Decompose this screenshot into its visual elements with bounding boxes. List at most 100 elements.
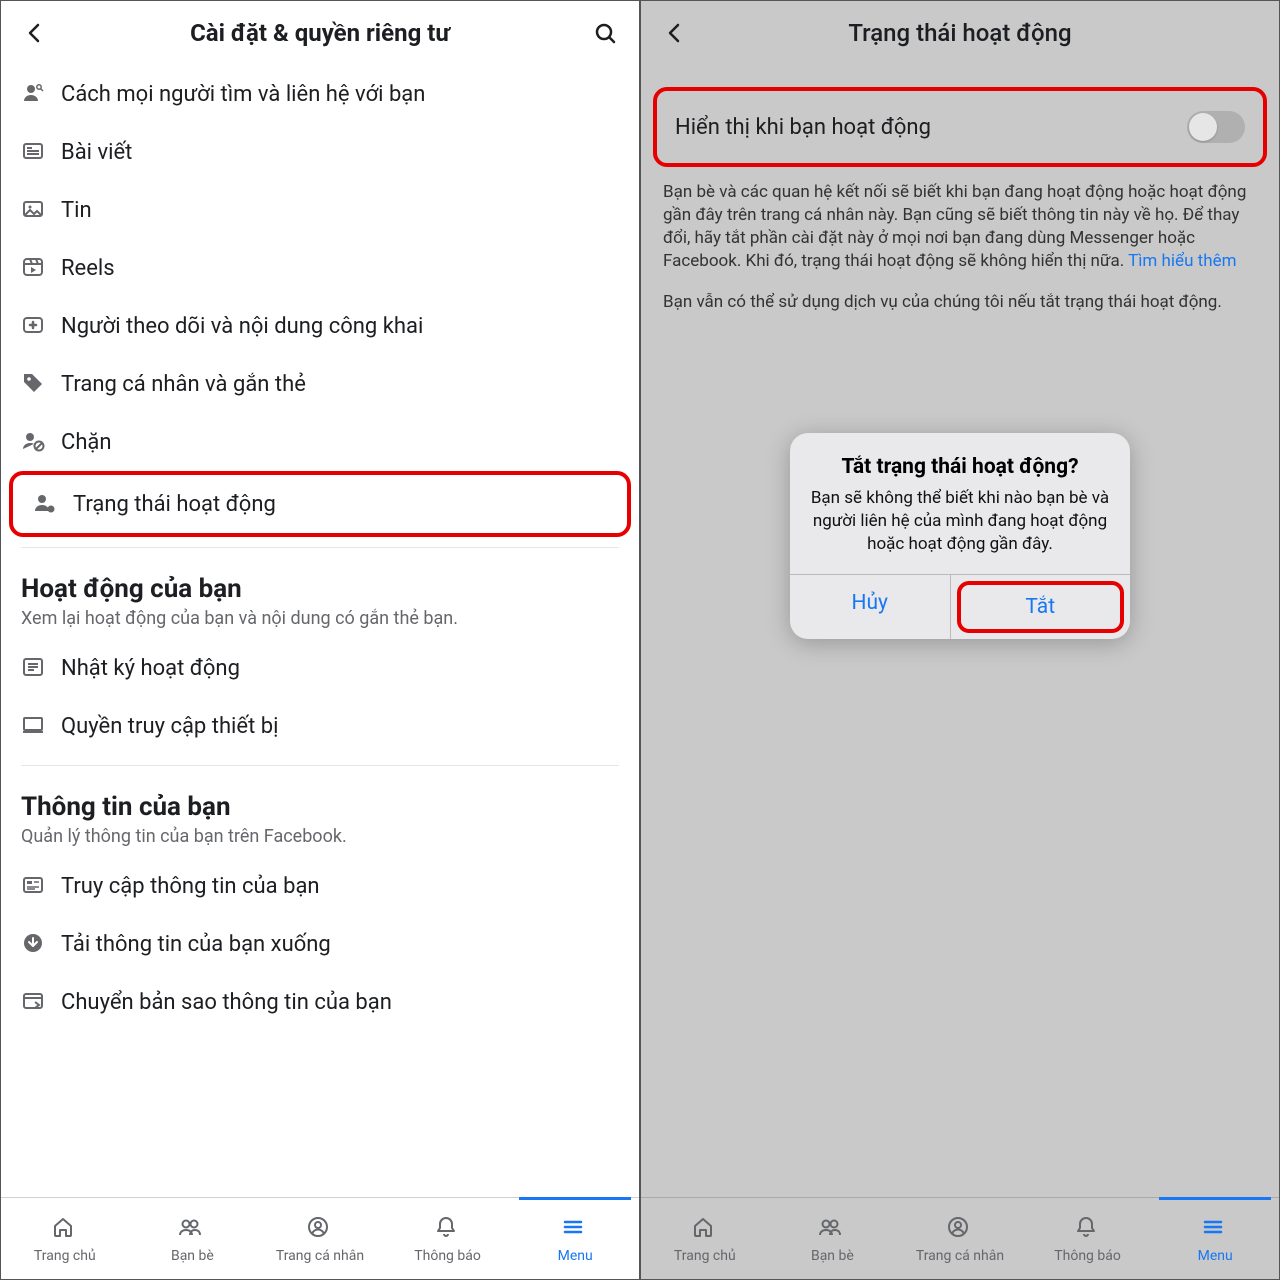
bell-icon <box>434 1214 462 1244</box>
nav-profile[interactable]: Trang cá nhân <box>256 1198 384 1279</box>
row-label: Nhật ký hoạt động <box>61 656 619 681</box>
nav-label: Bạn bè <box>171 1248 214 1264</box>
profile-icon <box>306 1214 334 1244</box>
nav-profile[interactable]: Trang cá nhân <box>896 1198 1024 1279</box>
header: Trạng thái hoạt động <box>641 1 1279 65</box>
menu-icon <box>561 1214 589 1244</box>
divider <box>21 547 619 548</box>
nav-notifications[interactable]: Thông báo <box>384 1198 512 1279</box>
block-icon <box>21 429 61 455</box>
reels-icon <box>21 255 61 281</box>
nav-home[interactable]: Trang chủ <box>1 1198 129 1279</box>
photo-icon <box>21 197 61 223</box>
section-sub-yourinfo: Quản lý thông tin của bạn trên Facebook. <box>1 826 639 857</box>
row-label: Chuyển bản sao thông tin của bạn <box>61 990 619 1015</box>
active-status-pane: Trạng thái hoạt động Hiển thị khi bạn ho… <box>640 0 1280 1280</box>
followers-icon <box>21 313 61 339</box>
info-icon <box>21 873 61 899</box>
row-find-contact[interactable]: Cách mọi người tìm và liên hệ với bạn <box>1 65 639 123</box>
home-icon <box>691 1214 719 1244</box>
bottom-nav: Trang chủ Bạn bè Trang cá nhân Thông báo… <box>1 1197 639 1279</box>
row-label: Tin <box>61 198 619 223</box>
people-find-icon <box>21 81 61 107</box>
row-reels[interactable]: Reels <box>1 239 639 297</box>
nav-label: Thông báo <box>414 1248 481 1264</box>
toggle-label: Hiển thị khi bạn hoạt động <box>675 115 931 140</box>
row-label: Chặn <box>61 430 619 455</box>
row-device-access[interactable]: Quyền truy cập thiết bị <box>1 697 639 755</box>
section-title-activity: Hoạt động của bạn <box>1 558 639 608</box>
status-icon <box>33 491 73 517</box>
profile-icon <box>946 1214 974 1244</box>
post-icon <box>21 139 61 165</box>
dialog-title: Tắt trạng thái hoạt động? <box>810 455 1110 479</box>
nav-label: Trang chủ <box>34 1248 96 1264</box>
row-label: Quyền truy cập thiết bị <box>61 714 619 739</box>
tag-icon <box>21 371 61 397</box>
search-icon <box>593 21 617 45</box>
row-profile-tag[interactable]: Trang cá nhân và gắn thẻ <box>1 355 639 413</box>
settings-pane: Cài đặt & quyền riêng tư Cách mọi người … <box>0 0 640 1280</box>
divider <box>21 765 619 766</box>
nav-label: Trang chủ <box>674 1248 736 1264</box>
description-text-2: Bạn vẫn có thể sử dụng dịch vụ của chúng… <box>641 273 1279 314</box>
row-followers[interactable]: Người theo dõi và nội dung công khai <box>1 297 639 355</box>
download-icon <box>21 931 61 957</box>
confirm-dialog: Tắt trạng thái hoạt động? Bạn sẽ không t… <box>790 433 1130 639</box>
learn-more-link[interactable]: Tìm hiểu thêm <box>1128 251 1236 271</box>
row-active-status[interactable]: Trạng thái hoạt động <box>9 471 631 537</box>
row-transfer-info[interactable]: Chuyển bản sao thông tin của bạn <box>1 973 639 1031</box>
row-label: Truy cập thông tin của bạn <box>61 874 619 899</box>
page-title: Cài đặt & quyền riêng tư <box>190 19 450 47</box>
log-icon <box>21 655 61 681</box>
nav-home[interactable]: Trang chủ <box>641 1198 769 1279</box>
row-stories[interactable]: Tin <box>1 181 639 239</box>
section-title-yourinfo: Thông tin của bạn <box>1 776 639 826</box>
friends-icon <box>178 1214 206 1244</box>
transfer-icon <box>21 989 61 1015</box>
row-label: Bài viết <box>61 140 619 165</box>
content: Cách mọi người tìm và liên hệ với bạn Bà… <box>1 65 639 1197</box>
nav-label: Trang cá nhân <box>916 1248 1004 1264</box>
cancel-button[interactable]: Hủy <box>790 575 951 639</box>
chevron-left-icon <box>663 21 687 45</box>
page-title: Trạng thái hoạt động <box>848 19 1071 47</box>
row-posts[interactable]: Bài viết <box>1 123 639 181</box>
row-label: Trạng thái hoạt động <box>73 492 607 517</box>
nav-notifications[interactable]: Thông báo <box>1024 1198 1152 1279</box>
row-label: Cách mọi người tìm và liên hệ với bạn <box>61 82 619 107</box>
dialog-buttons: Hủy Tắt <box>790 574 1130 639</box>
row-access-info[interactable]: Truy cập thông tin của bạn <box>1 857 639 915</box>
toggle-switch[interactable] <box>1187 111 1245 143</box>
nav-label: Bạn bè <box>811 1248 854 1264</box>
search-button[interactable] <box>585 13 625 53</box>
nav-menu[interactable]: Menu <box>511 1198 639 1279</box>
nav-friends[interactable]: Bạn bè <box>769 1198 897 1279</box>
row-download-info[interactable]: Tải thông tin của bạn xuống <box>1 915 639 973</box>
back-button[interactable] <box>15 13 55 53</box>
header: Cài đặt & quyền riêng tư <box>1 1 639 65</box>
bottom-nav: Trang chủ Bạn bè Trang cá nhân Thông báo… <box>641 1197 1279 1279</box>
nav-menu[interactable]: Menu <box>1151 1198 1279 1279</box>
section-sub-activity: Xem lại hoạt động của bạn và nội dung có… <box>1 608 639 639</box>
nav-label: Thông báo <box>1054 1248 1121 1264</box>
bell-icon <box>1074 1214 1102 1244</box>
row-label: Reels <box>61 256 619 281</box>
active-status-toggle-row[interactable]: Hiển thị khi bạn hoạt động <box>653 87 1267 167</box>
row-label: Trang cá nhân và gắn thẻ <box>61 372 619 397</box>
confirm-button[interactable]: Tắt <box>957 581 1125 633</box>
friends-icon <box>818 1214 846 1244</box>
device-icon <box>21 713 61 739</box>
dialog-body: Tắt trạng thái hoạt động? Bạn sẽ không t… <box>790 433 1130 574</box>
row-activity-log[interactable]: Nhật ký hoạt động <box>1 639 639 697</box>
dialog-message: Bạn sẽ không thể biết khi nào bạn bè và … <box>810 487 1110 556</box>
nav-label: Trang cá nhân <box>276 1248 364 1264</box>
chevron-left-icon <box>23 21 47 45</box>
nav-friends[interactable]: Bạn bè <box>129 1198 257 1279</box>
nav-label: Menu <box>1198 1248 1233 1264</box>
row-block[interactable]: Chặn <box>1 413 639 471</box>
back-button[interactable] <box>655 13 695 53</box>
nav-label: Menu <box>558 1248 593 1264</box>
row-label: Tải thông tin của bạn xuống <box>61 932 619 957</box>
home-icon <box>51 1214 79 1244</box>
